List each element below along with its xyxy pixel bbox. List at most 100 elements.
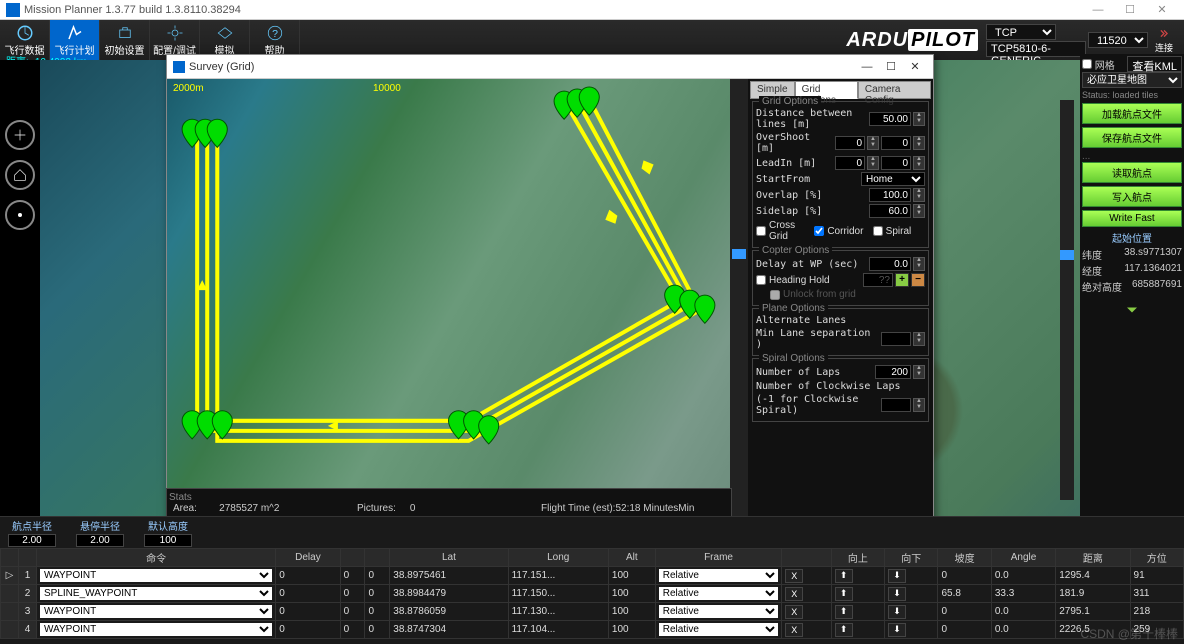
heading-val[interactable] bbox=[863, 273, 893, 287]
delay-wp-input[interactable] bbox=[869, 257, 911, 271]
maximize-button[interactable]: ☐ bbox=[1114, 3, 1146, 16]
grid-checkbox[interactable] bbox=[1082, 59, 1092, 69]
map-source-select[interactable]: 必应卫星地图 bbox=[1082, 72, 1182, 88]
survey-map[interactable]: 2000m10000 bbox=[167, 79, 730, 551]
col-header[interactable] bbox=[365, 549, 390, 567]
close-button[interactable]: ✕ bbox=[1146, 3, 1178, 16]
load-wp-button[interactable]: 加载航点文件 bbox=[1082, 103, 1182, 124]
spiral-legend: Spiral Options bbox=[759, 353, 828, 364]
unlock-grid-checkbox bbox=[770, 290, 780, 300]
col-header[interactable] bbox=[782, 549, 831, 567]
col-header[interactable]: 命令 bbox=[37, 549, 276, 567]
tool-center[interactable] bbox=[5, 200, 35, 230]
x-button[interactable]: X bbox=[785, 587, 803, 601]
start-pos-label: 起始位置 bbox=[1082, 230, 1182, 245]
col-header[interactable] bbox=[1, 549, 19, 567]
read-wp-button[interactable]: 读取航点 bbox=[1082, 162, 1182, 183]
up-button[interactable]: ⬆ bbox=[835, 587, 853, 601]
survey-vslider[interactable] bbox=[730, 79, 748, 551]
view-kml-button[interactable]: 查看KML bbox=[1127, 56, 1182, 72]
expand-down-icon[interactable] bbox=[1082, 300, 1182, 323]
overshoot2-input[interactable] bbox=[881, 136, 911, 150]
cmd-select[interactable]: WAYPOINT bbox=[40, 623, 272, 636]
connect-button[interactable]: 连接 bbox=[1150, 26, 1178, 54]
tool-home[interactable] bbox=[5, 160, 35, 190]
col-header[interactable]: Frame bbox=[655, 549, 782, 567]
tab-flight-data[interactable]: 飞行数据 bbox=[0, 20, 50, 60]
table-row[interactable]: ▷1 WAYPOINT 00038.8975461117.151...100 R… bbox=[1, 567, 1184, 585]
table-row[interactable]: 4 WAYPOINT 00038.8747304117.104...100 Re… bbox=[1, 621, 1184, 639]
default-alt-input[interactable] bbox=[144, 534, 192, 547]
col-header[interactable]: 坡度 bbox=[938, 549, 991, 567]
heading-minus[interactable]: − bbox=[911, 273, 925, 287]
down-button[interactable]: ⬇ bbox=[888, 623, 906, 637]
tab-camera-config[interactable]: Camera Config bbox=[858, 81, 931, 99]
up-button[interactable]: ⬆ bbox=[835, 605, 853, 619]
device-select[interactable]: TCP5810-6-GENERIC bbox=[986, 41, 1086, 57]
cw-laps-input[interactable] bbox=[881, 398, 911, 412]
tab-flight-plan[interactable]: 飞行计划 bbox=[50, 20, 100, 60]
cmd-select[interactable]: WAYPOINT bbox=[40, 605, 272, 618]
col-header[interactable]: Delay bbox=[276, 549, 340, 567]
cmd-select[interactable]: WAYPOINT bbox=[40, 569, 272, 582]
col-header[interactable]: Lat bbox=[390, 549, 508, 567]
sidelap-input[interactable] bbox=[869, 204, 911, 218]
brand-logo: ARDUPILOT bbox=[846, 29, 986, 52]
col-header[interactable]: Long bbox=[508, 549, 608, 567]
corridor-checkbox[interactable] bbox=[814, 226, 824, 236]
col-header[interactable] bbox=[340, 549, 365, 567]
down-button[interactable]: ⬇ bbox=[888, 587, 906, 601]
zoom-slider[interactable] bbox=[1060, 100, 1074, 500]
table-row[interactable]: 2 SPLINE_WAYPOINT 00038.8984479117.150..… bbox=[1, 585, 1184, 603]
lane-sep-input[interactable] bbox=[881, 332, 911, 346]
dist-lines-input[interactable] bbox=[869, 112, 911, 126]
down-button[interactable]: ⬇ bbox=[888, 605, 906, 619]
tile-status: Status: loaded tiles bbox=[1082, 90, 1182, 100]
laps-input[interactable] bbox=[875, 365, 911, 379]
heading-plus[interactable]: + bbox=[895, 273, 909, 287]
baud-select[interactable]: 115200 bbox=[1088, 32, 1148, 48]
spiral-checkbox[interactable] bbox=[873, 226, 883, 236]
frame-select[interactable]: Relative bbox=[659, 587, 779, 600]
down-button[interactable]: ⬇ bbox=[888, 569, 906, 583]
up-button[interactable]: ⬆ bbox=[835, 623, 853, 637]
waypoint-grid[interactable]: 命令Delay LatLongAltFrame 向上向下坡度Angle距离方位 ▷1… bbox=[0, 548, 1184, 644]
survey-close-button[interactable]: ✕ bbox=[903, 60, 927, 73]
up-button[interactable]: ⬆ bbox=[835, 569, 853, 583]
survey-dialog: Survey (Grid) — ☐ ✕ 2000m10000 bbox=[166, 54, 934, 552]
table-row[interactable]: 3 WAYPOINT 00038.8786059117.130...100 Re… bbox=[1, 603, 1184, 621]
col-header[interactable]: Angle bbox=[991, 549, 1055, 567]
leadin2-input[interactable] bbox=[881, 156, 911, 170]
x-button[interactable]: X bbox=[785, 623, 803, 637]
col-header[interactable]: 向下 bbox=[885, 549, 938, 567]
proto-select[interactable]: TCP bbox=[986, 24, 1056, 40]
frame-select[interactable]: Relative bbox=[659, 569, 779, 582]
col-header[interactable]: 方位 bbox=[1130, 549, 1183, 567]
write-fast-button[interactable]: Write Fast bbox=[1082, 210, 1182, 227]
col-header[interactable]: 向上 bbox=[831, 549, 884, 567]
save-wp-button[interactable]: 保存航点文件 bbox=[1082, 127, 1182, 148]
frame-select[interactable]: Relative bbox=[659, 605, 779, 618]
wp-radius-input[interactable] bbox=[8, 534, 56, 547]
tab-initial-setup[interactable]: 初始设置 bbox=[100, 20, 150, 60]
overshoot1-input[interactable] bbox=[835, 136, 865, 150]
crossgrid-checkbox[interactable] bbox=[756, 226, 766, 236]
col-header[interactable]: Alt bbox=[608, 549, 655, 567]
write-wp-button[interactable]: 写入航点 bbox=[1082, 186, 1182, 207]
tool-measure[interactable] bbox=[5, 120, 35, 150]
survey-min-button[interactable]: — bbox=[855, 61, 879, 73]
overlap-input[interactable] bbox=[869, 188, 911, 202]
col-header[interactable]: 距离 bbox=[1056, 549, 1130, 567]
startfrom-select[interactable]: Home bbox=[861, 172, 925, 186]
x-button[interactable]: X bbox=[785, 569, 803, 583]
x-button[interactable]: X bbox=[785, 605, 803, 619]
leadin1-input[interactable] bbox=[835, 156, 865, 170]
minimize-button[interactable]: — bbox=[1082, 4, 1114, 16]
cmd-select[interactable]: SPLINE_WAYPOINT bbox=[40, 587, 272, 600]
loiter-radius-input[interactable] bbox=[76, 534, 124, 547]
col-header[interactable] bbox=[19, 549, 37, 567]
survey-max-button[interactable]: ☐ bbox=[879, 60, 903, 73]
frame-select[interactable]: Relative bbox=[659, 623, 779, 636]
heading-hold-checkbox[interactable] bbox=[756, 275, 766, 285]
spinner[interactable]: ▲▼ bbox=[913, 112, 925, 126]
